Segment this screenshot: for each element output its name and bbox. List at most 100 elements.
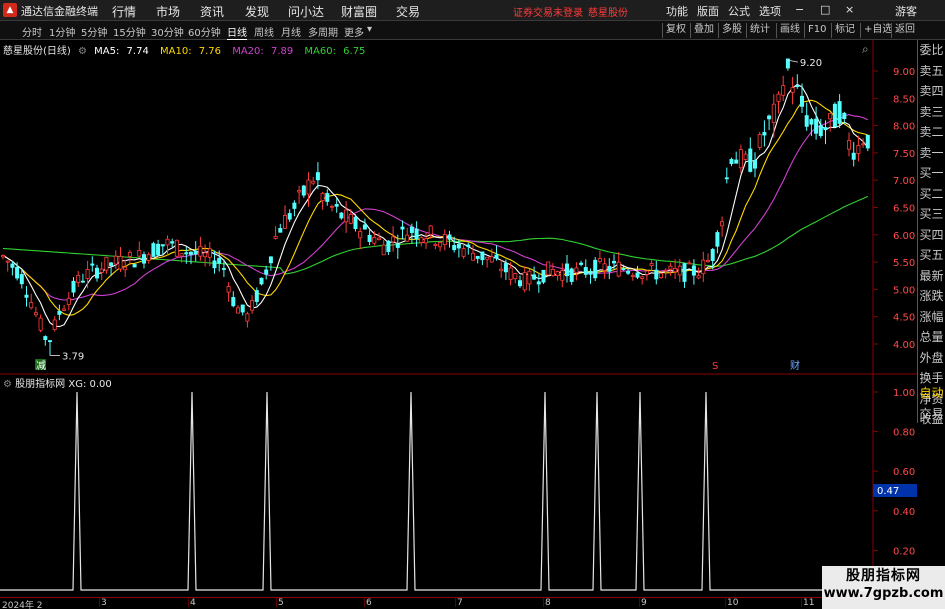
candle-body	[57, 310, 62, 315]
candle-body	[818, 125, 823, 137]
minimize-icon[interactable]: −	[795, 3, 804, 16]
candle-body	[137, 250, 142, 257]
tab-30min[interactable]: 30分钟	[151, 24, 184, 39]
quote-field-5[interactable]: 卖一	[918, 143, 945, 164]
candle-body	[409, 226, 414, 233]
quote-field-10[interactable]: 买五	[918, 245, 945, 266]
candle-body	[146, 254, 151, 261]
price-tick-label: 7.50	[893, 149, 915, 160]
candle-body	[499, 268, 504, 272]
date-tick: 11	[803, 598, 815, 608]
quote-field-4[interactable]: 卖二	[918, 122, 945, 143]
quote-field-9[interactable]: 买四	[918, 225, 945, 246]
search-icon[interactable]: ⌕	[862, 42, 869, 57]
price-tick-label: 5.00	[893, 285, 915, 296]
login-warning[interactable]: 证券交易未登录	[513, 4, 583, 19]
quote-field-8[interactable]: 买三	[918, 204, 945, 225]
candle-body	[217, 257, 222, 264]
candle-body	[550, 269, 555, 277]
kline-chart[interactable]: 9.00 8.50 8.00 7.50 7.00 6.50 6.00 5.50 5.00 4.50…	[0, 40, 917, 597]
menu-xuanxiang[interactable]: 选项	[759, 3, 781, 19]
price-tick-label: 8.00	[893, 122, 915, 133]
huaxian-button[interactable]: 画线	[776, 23, 803, 38]
candle-body	[428, 225, 433, 235]
title-bar: ▲ 通达信金融终端 行情 市场 资讯 发现 问小达 财富圈 交易 证券交易未登录…	[0, 0, 945, 21]
quote-field-7[interactable]: 买二	[918, 184, 945, 205]
menu-caifuquan[interactable]: 财富圈	[341, 3, 377, 20]
chevron-down-icon[interactable]: ▾	[367, 24, 372, 35]
quote-field-11[interactable]: 最新	[918, 266, 945, 287]
quote-field-2[interactable]: 卖四	[918, 81, 945, 102]
back-button[interactable]: 返回	[891, 23, 918, 38]
tongji-button[interactable]: 统计	[746, 23, 773, 38]
candle-body	[353, 216, 358, 230]
diejia-button[interactable]: 叠加	[690, 23, 717, 38]
candle-body	[687, 262, 692, 265]
marker-cai[interactable]: 财	[790, 359, 800, 372]
tab-15min[interactable]: 15分钟	[113, 24, 146, 39]
menu-faxian[interactable]: 发现	[245, 3, 269, 20]
tab-daily[interactable]: 日线	[227, 24, 247, 40]
date-axis: 2024年 2 3 | 4 | 5 | 6 | 7 | 8 | 9 | 10 | 11 |	[0, 597, 945, 609]
marker-s[interactable]: S	[712, 361, 718, 372]
menu-wenxiaoda[interactable]: 问小达	[288, 3, 324, 20]
candle-body	[771, 103, 776, 123]
close-icon[interactable]: ×	[845, 3, 854, 16]
duogu-button[interactable]: 多股	[718, 23, 745, 38]
date-tick: 8	[545, 598, 551, 608]
quote-field-13[interactable]: 涨幅	[918, 307, 945, 328]
candle-body	[828, 112, 833, 120]
ma10-path	[2, 99, 868, 316]
marker-reduce[interactable]: 减	[36, 360, 46, 372]
settings-icon[interactable]: ⚙	[78, 46, 87, 57]
quote-field-14[interactable]: 总量	[918, 327, 945, 348]
quote-field-6[interactable]: 买一	[918, 163, 945, 184]
candle-body	[560, 270, 565, 281]
price-tick-label: 8.50	[893, 94, 915, 105]
tab-monthly[interactable]: 月线	[281, 24, 301, 39]
sub-settings-icon[interactable]: ⚙	[3, 379, 12, 390]
candle-body	[85, 269, 90, 279]
tab-60min[interactable]: 60分钟	[188, 24, 221, 39]
quote-field-1[interactable]: 卖五	[918, 61, 945, 82]
maximize-icon[interactable]: □	[820, 3, 830, 16]
f10-button[interactable]: F10	[804, 23, 829, 38]
candle-body	[315, 172, 320, 181]
tab-more[interactable]: 更多	[344, 24, 364, 39]
menu-gongshi[interactable]: 公式	[728, 3, 750, 19]
candle-body	[673, 268, 678, 273]
candle-body	[433, 243, 438, 246]
quote-field-0[interactable]: 委比	[918, 40, 945, 61]
quote-field-3[interactable]: 卖三	[918, 102, 945, 123]
tab-multi-period[interactable]: 多周期	[308, 24, 338, 39]
menu-gongneng[interactable]: 功能	[666, 3, 688, 19]
date-tick: 7	[457, 598, 463, 608]
candle-body	[795, 85, 800, 88]
quote-field-12[interactable]: 涨跌	[918, 286, 945, 307]
auto-trade-button[interactable]: 自动	[918, 383, 945, 404]
user-label[interactable]: 游客	[895, 3, 917, 19]
tab-5min[interactable]: 5分钟	[81, 24, 107, 39]
candle-body	[48, 340, 53, 343]
date-tick-mark: |	[542, 598, 546, 608]
candle-body	[748, 148, 753, 172]
fuquan-button[interactable]: 复权	[662, 23, 689, 38]
menu-shichang[interactable]: 市场	[156, 3, 180, 20]
candle-body	[24, 294, 29, 298]
quote-field-15[interactable]: 外盘	[918, 348, 945, 369]
tab-1min[interactable]: 1分钟	[49, 24, 75, 39]
tab-fenshi[interactable]: 分时	[22, 24, 42, 39]
candle-body	[607, 266, 612, 272]
candle-body	[701, 259, 706, 275]
tab-weekly[interactable]: 周线	[254, 24, 274, 39]
trade-button[interactable]: 交易	[918, 404, 945, 425]
menu-hangqing[interactable]: 行情	[112, 3, 136, 20]
candle-body	[663, 269, 668, 272]
menu-jiaoyi[interactable]: 交易	[396, 3, 420, 20]
biaoji-button[interactable]: 标记	[831, 23, 858, 38]
menu-banmian[interactable]: 版面	[697, 3, 719, 19]
candle-body	[800, 95, 805, 107]
date-tick: 3	[101, 598, 107, 608]
menu-zixun[interactable]: 资讯	[200, 3, 224, 20]
candle-body	[588, 271, 593, 275]
